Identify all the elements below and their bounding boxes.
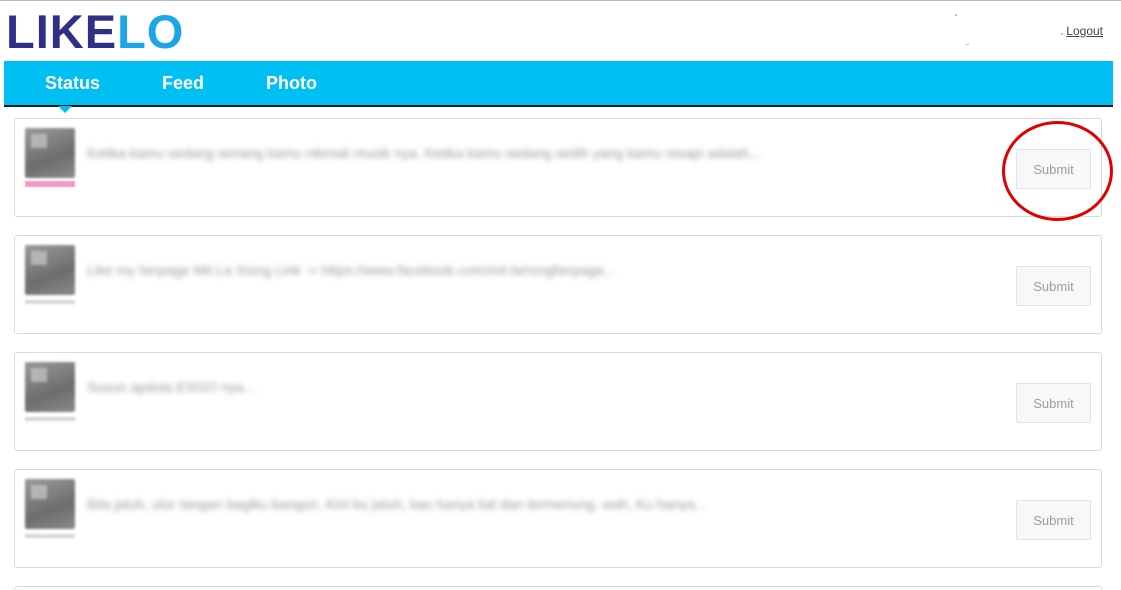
post-text: Bila jatuh, ulur tangan bagiku bangun, K… bbox=[87, 496, 707, 512]
header-dot bbox=[966, 44, 969, 45]
user-avatar[interactable] bbox=[25, 479, 75, 529]
avatar-caption bbox=[25, 534, 75, 538]
avatar-caption bbox=[25, 300, 75, 304]
tab-feed[interactable]: Feed bbox=[162, 61, 204, 105]
post-card-partial bbox=[14, 586, 1102, 590]
post-card: Susun apdola ESGO nya... Submit bbox=[14, 352, 1102, 451]
page: LIKELO Logout Status Feed Photo Ketika k… bbox=[0, 0, 1121, 590]
main-navbar: Status Feed Photo bbox=[4, 61, 1113, 107]
submit-button[interactable]: Submit bbox=[1016, 266, 1091, 306]
tab-photo[interactable]: Photo bbox=[266, 61, 317, 105]
header-dot bbox=[1061, 33, 1063, 35]
post-text: Ketika kamu sedang senang kamu nikmati m… bbox=[87, 145, 761, 161]
post-text: Susun apdola ESGO nya... bbox=[87, 379, 256, 395]
submit-button[interactable]: Submit bbox=[1016, 383, 1091, 423]
logo-part-lo: LO bbox=[117, 5, 185, 58]
user-avatar[interactable] bbox=[25, 362, 75, 412]
active-tab-caret bbox=[58, 106, 72, 113]
tab-status[interactable]: Status bbox=[45, 61, 100, 105]
logo-part-like: LIKE bbox=[6, 5, 118, 58]
post-card: Like my fanpage Mit La Xiong Link -> htt… bbox=[14, 235, 1102, 334]
logout-link[interactable]: Logout bbox=[1066, 24, 1103, 38]
avatar-caption bbox=[25, 417, 75, 421]
submit-button[interactable]: Submit bbox=[1016, 149, 1091, 189]
post-card: Bila jatuh, ulur tangan bagiku bangun, K… bbox=[14, 469, 1102, 568]
user-avatar[interactable] bbox=[25, 128, 75, 178]
submit-button[interactable]: Submit bbox=[1016, 500, 1091, 540]
avatar-caption bbox=[25, 181, 75, 187]
user-avatar[interactable] bbox=[25, 245, 75, 295]
top-border bbox=[0, 0, 1121, 1]
post-card: Ketika kamu sedang senang kamu nikmati m… bbox=[14, 118, 1102, 217]
header-dot bbox=[955, 14, 957, 16]
app-logo[interactable]: LIKELO bbox=[6, 6, 184, 58]
post-text: Like my fanpage Mit La Xiong Link -> htt… bbox=[87, 262, 616, 278]
